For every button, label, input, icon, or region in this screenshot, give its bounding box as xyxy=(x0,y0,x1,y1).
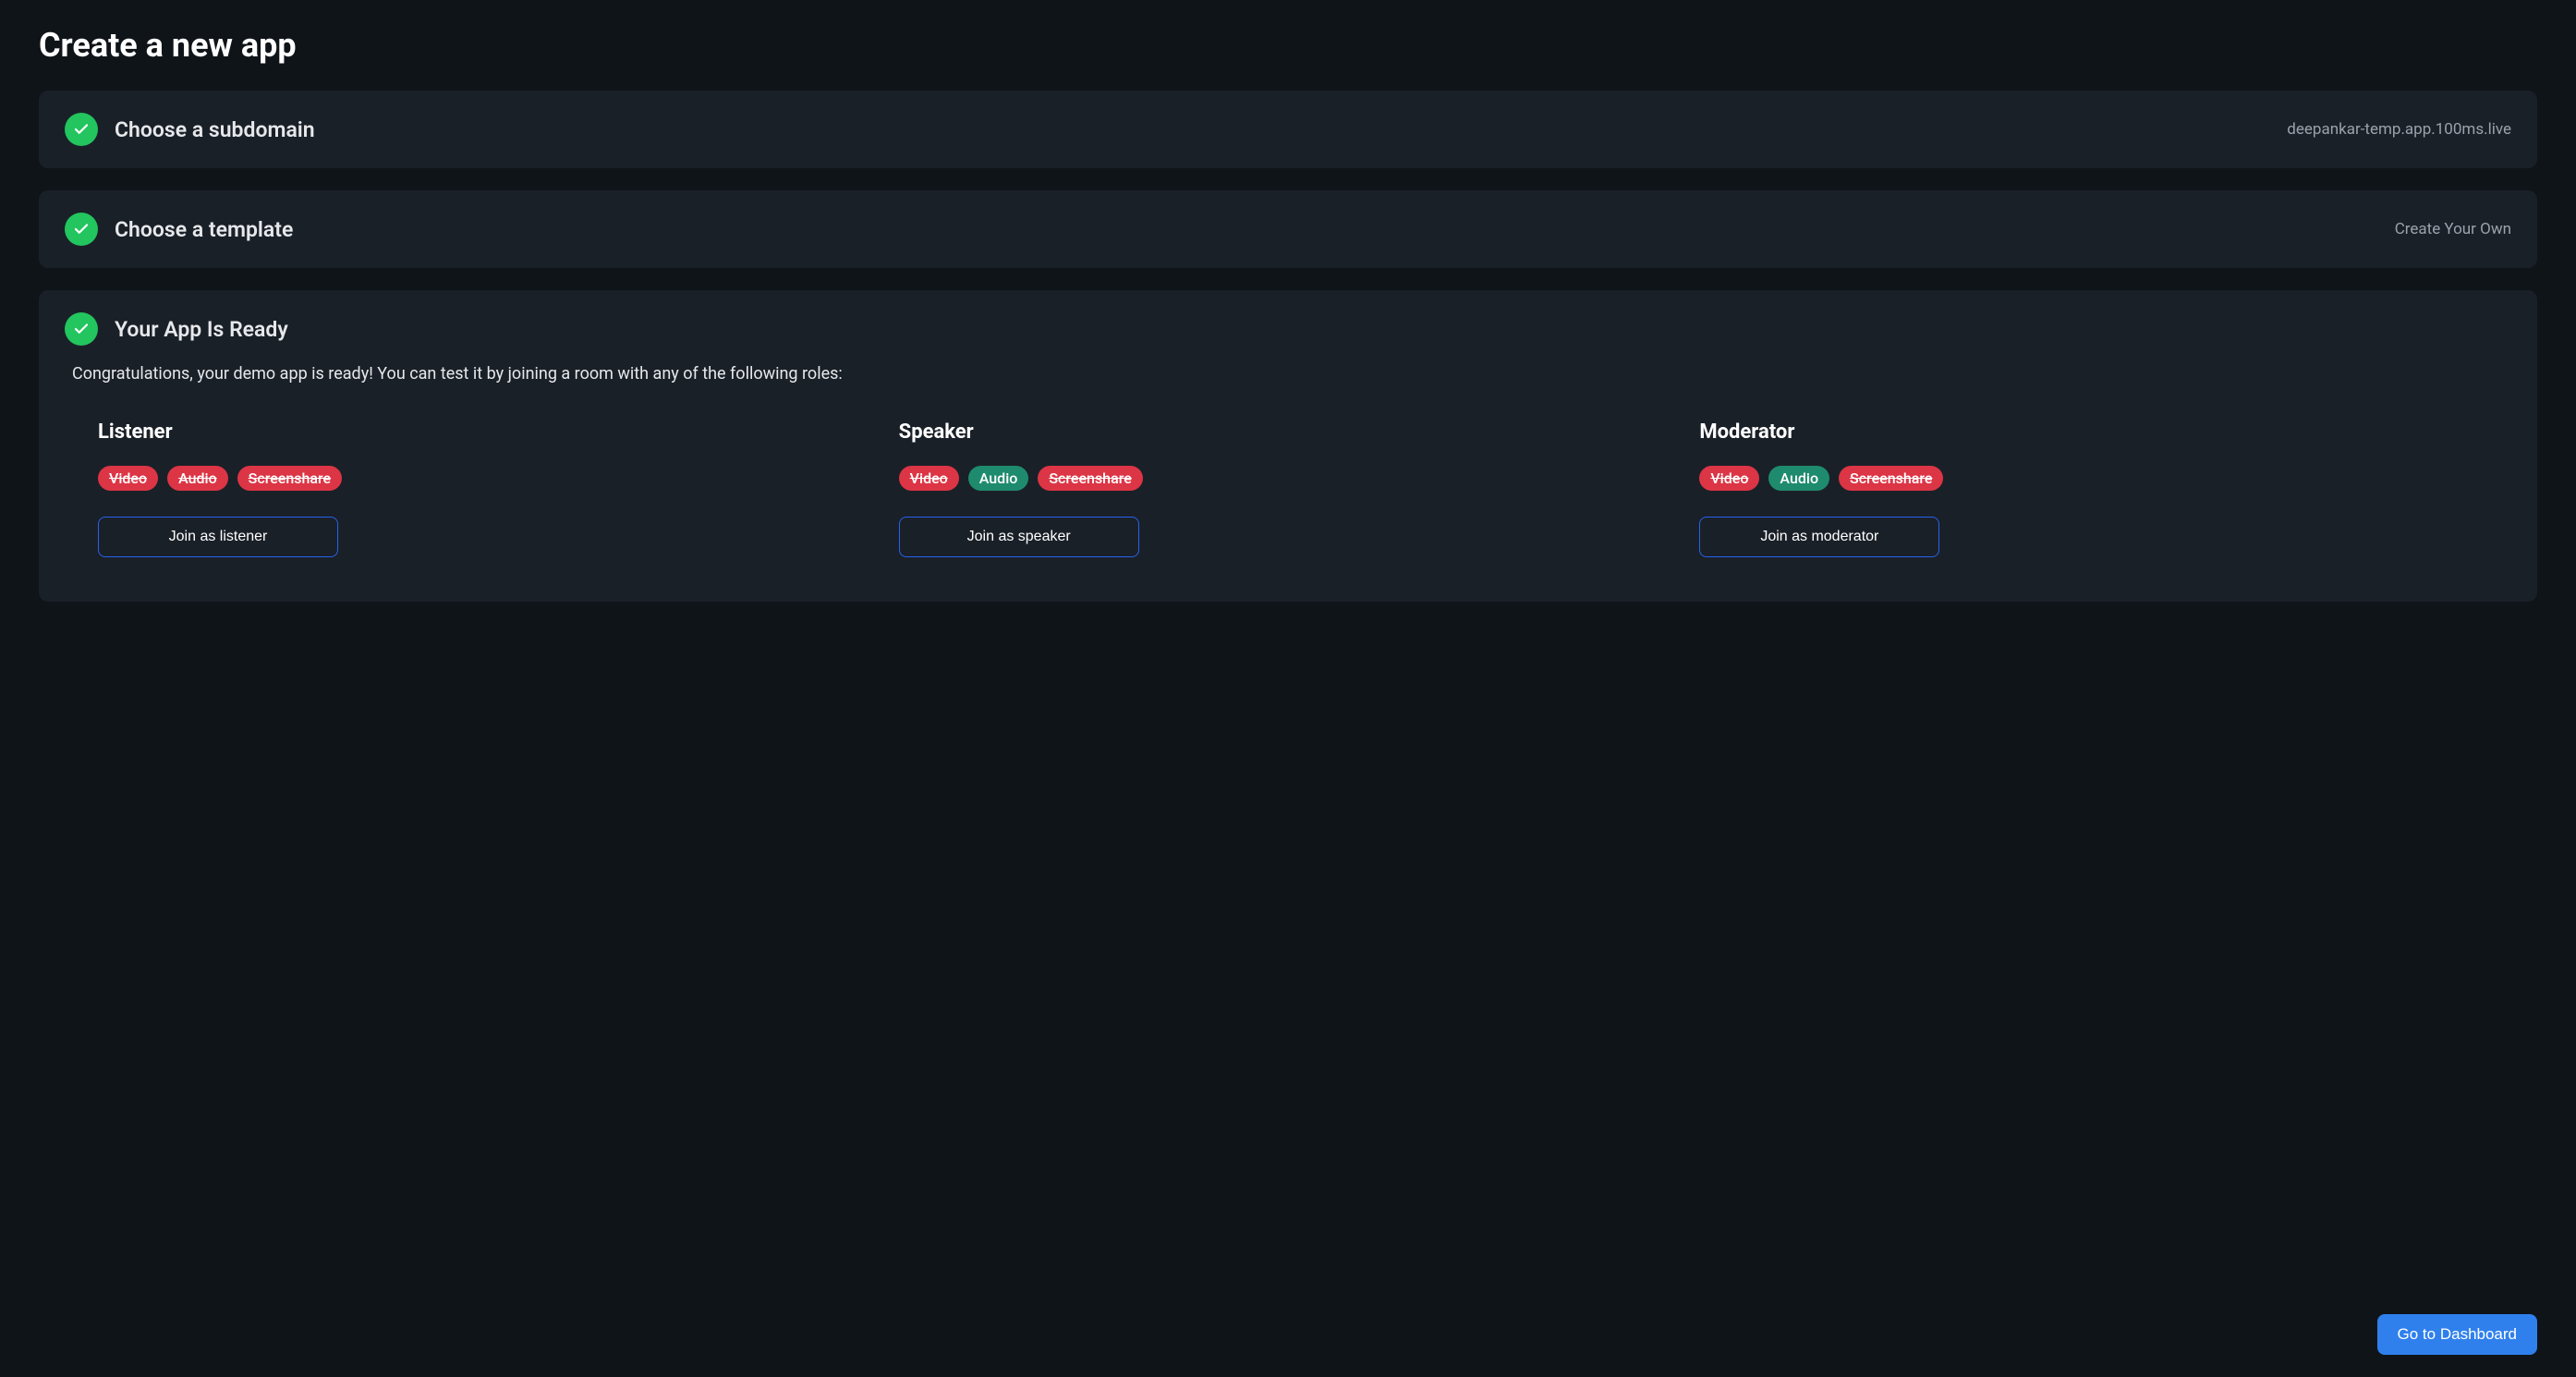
step-left: Choose a template xyxy=(65,213,293,246)
step-subdomain: Choose a subdomain deepankar-temp.app.10… xyxy=(39,91,2537,168)
capability-badge: Screenshare xyxy=(237,466,342,491)
congrats-text: Congratulations, your demo app is ready!… xyxy=(72,364,2511,384)
roles-row: Listener Video Audio Screenshare Join as lis… xyxy=(65,420,2511,579)
step-title: Choose a template xyxy=(115,217,293,242)
step-header: Choose a subdomain deepankar-temp.app.10… xyxy=(65,113,2511,146)
join-role-button[interactable]: Join as moderator xyxy=(1699,517,1939,557)
role-column: Moderator Video Audio Screenshare Join as mo… xyxy=(1699,420,2478,557)
capability-badge: Screenshare xyxy=(1839,466,1943,491)
capability-badge: Video xyxy=(899,466,959,491)
step-ready: Your App Is Ready Congratulations, your … xyxy=(39,290,2537,602)
step-title: Your App Is Ready xyxy=(115,317,288,342)
role-name: Moderator xyxy=(1699,420,2478,444)
role-badges: Video Audio Screenshare xyxy=(98,466,877,491)
capability-badge: Audio xyxy=(968,466,1029,491)
step-title: Choose a subdomain xyxy=(115,117,315,142)
role-badges: Video Audio Screenshare xyxy=(899,466,1678,491)
capability-badge: Video xyxy=(98,466,158,491)
check-icon xyxy=(65,113,98,146)
template-value: Create Your Own xyxy=(2395,220,2511,238)
role-name: Speaker xyxy=(899,420,1678,444)
role-column: Speaker Video Audio Screenshare Join as spea… xyxy=(899,420,1678,557)
capability-badge: Screenshare xyxy=(1038,466,1142,491)
role-name: Listener xyxy=(98,420,877,444)
check-icon xyxy=(65,213,98,246)
subdomain-value: deepankar-temp.app.100ms.live xyxy=(2287,120,2511,139)
join-role-button[interactable]: Join as speaker xyxy=(899,517,1139,557)
role-column: Listener Video Audio Screenshare Join as lis… xyxy=(98,420,877,557)
step-header: Your App Is Ready xyxy=(65,312,2511,346)
check-icon xyxy=(65,312,98,346)
capability-badge: Audio xyxy=(1768,466,1829,491)
capability-badge: Audio xyxy=(167,466,228,491)
go-to-dashboard-button[interactable]: Go to Dashboard xyxy=(2377,1314,2537,1355)
step-header: Choose a template Create Your Own xyxy=(65,213,2511,246)
join-role-button[interactable]: Join as listener xyxy=(98,517,338,557)
step-left: Choose a subdomain xyxy=(65,113,315,146)
page-title: Create a new app xyxy=(39,26,2537,65)
role-badges: Video Audio Screenshare xyxy=(1699,466,2478,491)
capability-badge: Video xyxy=(1699,466,1759,491)
step-template: Choose a template Create Your Own xyxy=(39,190,2537,268)
step-left: Your App Is Ready xyxy=(65,312,288,346)
